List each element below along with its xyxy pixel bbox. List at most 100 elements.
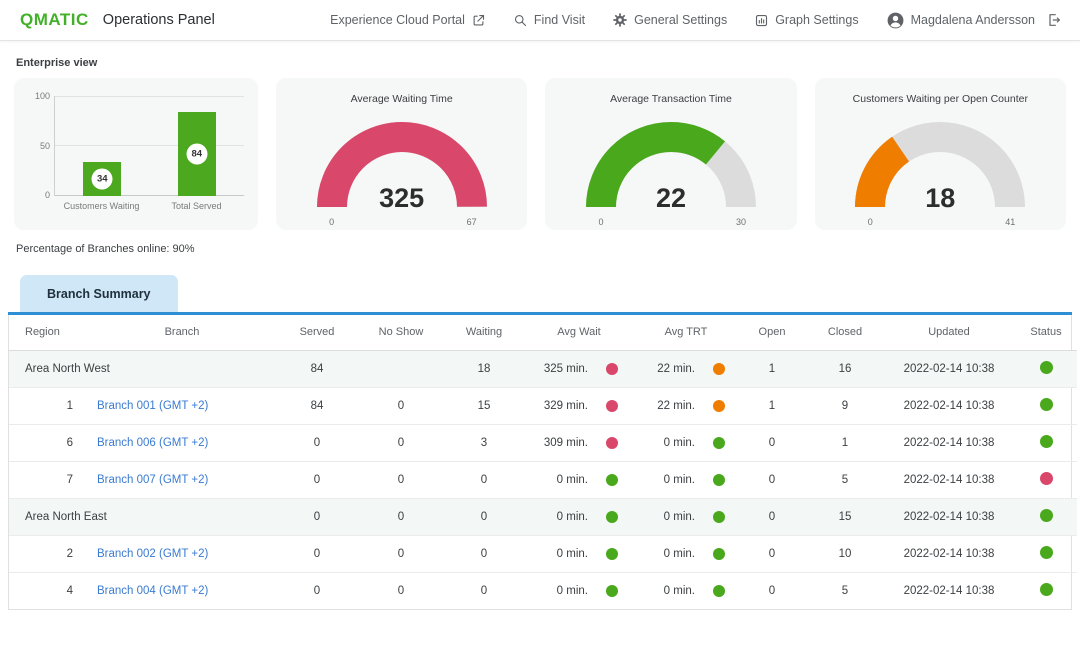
find-visit-label: Find Visit <box>534 13 585 27</box>
branch-link[interactable]: Branch 006 (GMT +2) <box>97 437 208 449</box>
branch-status-dot <box>1040 509 1053 522</box>
bar-rect: 84 <box>178 112 216 196</box>
x-label-total-served: Total Served <box>149 201 244 211</box>
enterprise-view-label: Enterprise view <box>16 57 1066 69</box>
bar-chart-x-labels: Customers Waiting Total Served <box>54 201 244 211</box>
branch-link[interactable]: Branch 004 (GMT +2) <box>97 585 208 597</box>
waiting-cell: 0 <box>445 498 523 535</box>
avg-wait-cell: 325 min. <box>523 350 635 387</box>
avg-waiting-time-gauge-card: Average Waiting Time 325 0 67 <box>276 78 527 230</box>
tab-branch-summary[interactable]: Branch Summary <box>20 275 178 312</box>
avg-wait-cell: 329 min. <box>523 387 635 424</box>
column-header-branch: Branch <box>87 315 277 350</box>
avg-wait-status-dot <box>606 437 618 449</box>
avg-wait-cell: 0 min. <box>523 498 635 535</box>
avg-transaction-time-gauge-card: Average Transaction Time 22 0 30 <box>545 78 796 230</box>
column-header-updated: Updated <box>883 315 1015 350</box>
waiting-cell: 15 <box>445 387 523 424</box>
logout-button[interactable] <box>1046 12 1062 28</box>
branch-status-dot <box>1040 361 1053 374</box>
gear-icon <box>612 12 628 28</box>
column-header-waiting: Waiting <box>445 315 523 350</box>
branch-status-dot <box>1040 583 1053 596</box>
branch-link[interactable]: Branch 007 (GMT +2) <box>97 474 208 486</box>
general-settings-button[interactable]: General Settings <box>612 12 727 28</box>
no-show-cell: 0 <box>357 461 445 498</box>
open-cell: 0 <box>737 535 807 572</box>
avg-trt-status-dot <box>713 511 725 523</box>
branch-cell: Branch 002 (GMT +2) <box>87 535 277 572</box>
y-tick-0: 0 <box>26 190 50 200</box>
avg-wait-status-dot <box>606 511 618 523</box>
gauge-max-label: 30 <box>736 217 746 227</box>
avg-trt-status-dot <box>713 474 725 486</box>
no-show-cell: 0 <box>357 572 445 609</box>
status-cell <box>1015 387 1077 424</box>
updated-cell: 2022-02-14 10:38 <box>883 461 1015 498</box>
customers-waiting-per-counter-gauge-card: Customers Waiting per Open Counter 18 0 … <box>815 78 1066 230</box>
avg-trt-cell: 0 min. <box>635 498 737 535</box>
served-cell: 0 <box>277 424 357 461</box>
cloud-portal-link[interactable]: Experience Cloud Portal <box>330 13 486 28</box>
branch-row: 4Branch 004 (GMT +2)0000 min.0 min.05202… <box>9 572 1077 609</box>
status-cell <box>1015 424 1077 461</box>
branch-link[interactable]: Branch 002 (GMT +2) <box>97 548 208 560</box>
enterprise-bar-chart-card: 100 50 0 34 84 Custo <box>14 78 258 230</box>
find-visit-button[interactable]: Find Visit <box>513 13 585 28</box>
status-cell <box>1015 535 1077 572</box>
avg-trt-status-dot <box>713 585 725 597</box>
x-label-customers-waiting: Customers Waiting <box>54 201 149 211</box>
cloud-portal-label: Experience Cloud Portal <box>330 13 465 27</box>
graph-settings-button[interactable]: Graph Settings <box>754 13 858 28</box>
user-name: Magdalena Andersson <box>911 13 1035 27</box>
branch-number: 6 <box>9 424 87 461</box>
branch-row: 6Branch 006 (GMT +2)003309 min.0 min.012… <box>9 424 1077 461</box>
gauge: 18 0 41 <box>845 110 1035 210</box>
waiting-cell: 18 <box>445 350 523 387</box>
bar-chart-plot: 100 50 0 34 84 <box>54 96 244 196</box>
open-cell: 0 <box>737 498 807 535</box>
open-cell: 1 <box>737 350 807 387</box>
branch-link[interactable]: Branch 001 (GMT +2) <box>97 400 208 412</box>
served-cell: 84 <box>277 350 357 387</box>
header-nav: Experience Cloud Portal Find Visit <box>330 11 1062 30</box>
page-title: Operations Panel <box>103 12 215 28</box>
branch-cell: Branch 007 (GMT +2) <box>87 461 277 498</box>
graph-settings-label: Graph Settings <box>775 13 858 27</box>
updated-cell: 2022-02-14 10:38 <box>883 424 1015 461</box>
column-header-no-show: No Show <box>357 315 445 350</box>
avg-trt-status-dot <box>713 400 725 412</box>
branch-row: 1Branch 001 (GMT +2)84015329 min.22 min.… <box>9 387 1077 424</box>
branch-row: 7Branch 007 (GMT +2)0000 min.0 min.05202… <box>9 461 1077 498</box>
gauge-min-label: 0 <box>598 217 603 227</box>
served-cell: 0 <box>277 535 357 572</box>
region-row: Area North West8418325 min.22 min.116202… <box>9 350 1077 387</box>
column-header-avg-trt: Avg TRT <box>635 315 737 350</box>
user-menu[interactable]: Magdalena Andersson <box>886 11 1035 30</box>
avg-wait-status-dot <box>606 585 618 597</box>
column-header-served: Served <box>277 315 357 350</box>
avg-trt-cell: 0 min. <box>635 461 737 498</box>
avg-wait-status-dot <box>606 548 618 560</box>
avg-trt-cell: 0 min. <box>635 572 737 609</box>
avg-wait-status-dot <box>606 363 618 375</box>
no-show-cell: 0 <box>357 498 445 535</box>
bar-rect: 34 <box>83 162 121 196</box>
open-cell: 0 <box>737 424 807 461</box>
status-cell <box>1015 498 1077 535</box>
column-header-open: Open <box>737 315 807 350</box>
branch-cell: Branch 001 (GMT +2) <box>87 387 277 424</box>
external-link-icon <box>471 13 486 28</box>
qmatic-logo: QMATIC <box>20 10 89 30</box>
avg-wait-cell: 309 min. <box>523 424 635 461</box>
table-header-row: Region Branch Served No Show Waiting Avg… <box>9 315 1077 350</box>
updated-cell: 2022-02-14 10:38 <box>883 535 1015 572</box>
tab-bar: Branch Summary <box>8 275 1072 312</box>
bar-value-badge: 84 <box>186 144 207 165</box>
waiting-cell: 3 <box>445 424 523 461</box>
branch-summary-table: Region Branch Served No Show Waiting Avg… <box>9 315 1077 609</box>
column-header-status: Status <box>1015 315 1077 350</box>
closed-cell: 5 <box>807 572 883 609</box>
avg-trt-cell: 22 min. <box>635 350 737 387</box>
branches-online-text: Percentage of Branches online: 90% <box>16 243 1066 255</box>
